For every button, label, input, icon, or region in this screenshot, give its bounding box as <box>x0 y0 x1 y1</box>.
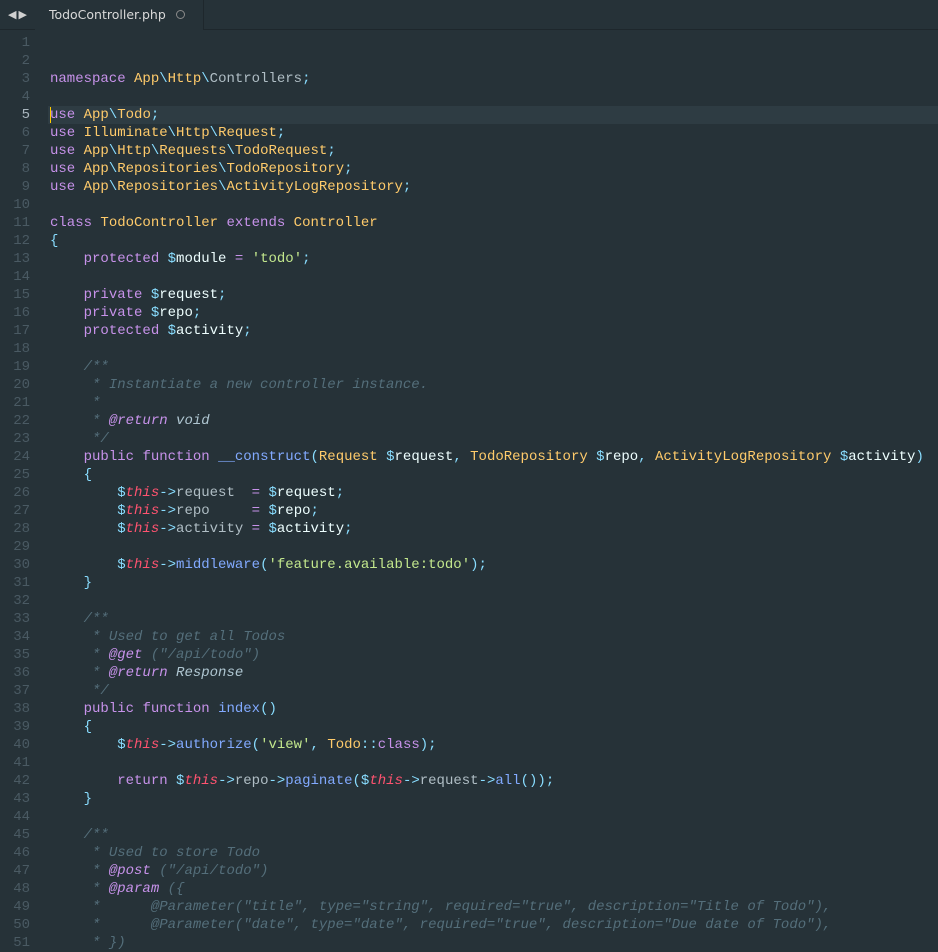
code-line[interactable]: $this->repo = $repo; <box>48 502 938 520</box>
code-line[interactable]: * @return Response <box>48 664 938 682</box>
code-line[interactable] <box>48 88 938 106</box>
code-line[interactable] <box>48 538 938 556</box>
code-line[interactable] <box>48 808 938 826</box>
code-line[interactable]: public function index() <box>48 700 938 718</box>
code-line[interactable]: * @return void <box>48 412 938 430</box>
code-line[interactable]: use App\Todo; <box>48 106 938 124</box>
code-line[interactable]: { <box>48 232 938 250</box>
code-line[interactable]: * Used to store Todo <box>48 844 938 862</box>
tab-file[interactable]: TodoController.php <box>35 0 204 30</box>
code-line[interactable]: protected $module = 'todo'; <box>48 250 938 268</box>
tab-bar: ◀ ▶ TodoController.php <box>0 0 938 30</box>
code-line[interactable]: use App\Repositories\ActivityLogReposito… <box>48 178 938 196</box>
code-line[interactable]: * @Parameter("date", type="date", requir… <box>48 916 938 934</box>
code-line[interactable]: $this->activity = $activity; <box>48 520 938 538</box>
code-line[interactable] <box>48 592 938 610</box>
code-line[interactable]: return $this->repo->paginate($this->requ… <box>48 772 938 790</box>
code-line[interactable]: public function __construct(Request $req… <box>48 448 938 466</box>
code-line[interactable]: /** <box>48 610 938 628</box>
tab-dirty-icon <box>176 10 185 19</box>
code-line[interactable]: use Illuminate\Http\Request; <box>48 124 938 142</box>
nav-forward-icon[interactable]: ▶ <box>18 8 26 22</box>
code-line[interactable]: { <box>48 466 938 484</box>
code-line[interactable]: private $repo; <box>48 304 938 322</box>
code-line[interactable]: * }) <box>48 934 938 952</box>
code-line[interactable] <box>48 34 938 52</box>
code-line[interactable]: namespace App\Http\Controllers; <box>48 70 938 88</box>
code-line[interactable]: /** <box>48 826 938 844</box>
code-line[interactable]: */ <box>48 430 938 448</box>
code-line[interactable] <box>48 268 938 286</box>
code-line[interactable]: use App\Repositories\TodoRepository; <box>48 160 938 178</box>
editor[interactable]: 1234567891011121314151617181920212223242… <box>0 30 938 949</box>
code-line[interactable]: use App\Http\Requests\TodoRequest; <box>48 142 938 160</box>
tab-filename: TodoController.php <box>49 7 166 22</box>
code-line[interactable]: * @Parameter("title", type="string", req… <box>48 898 938 916</box>
code-line[interactable]: /** <box>48 358 938 376</box>
code-line[interactable]: class TodoController extends Controller <box>48 214 938 232</box>
code-line[interactable]: $this->authorize('view', Todo::class); <box>48 736 938 754</box>
code-line[interactable] <box>48 340 938 358</box>
code-line[interactable]: } <box>48 574 938 592</box>
code-line[interactable]: { <box>48 718 938 736</box>
nav-back-icon[interactable]: ◀ <box>8 8 16 22</box>
line-gutter: 1234567891011121314151617181920212223242… <box>0 30 48 949</box>
code-line[interactable] <box>48 754 938 772</box>
code-line[interactable] <box>48 196 938 214</box>
code-line[interactable]: */ <box>48 682 938 700</box>
code-line[interactable]: } <box>48 790 938 808</box>
code-line[interactable]: * Instantiate a new controller instance. <box>48 376 938 394</box>
code-line[interactable]: * @param ({ <box>48 880 938 898</box>
code-line[interactable]: private $request; <box>48 286 938 304</box>
code-line[interactable]: $this->request = $request; <box>48 484 938 502</box>
code-line[interactable]: * <box>48 394 938 412</box>
code-line[interactable]: * @post ("/api/todo") <box>48 862 938 880</box>
code-line[interactable]: * Used to get all Todos <box>48 628 938 646</box>
code-line[interactable]: protected $activity; <box>48 322 938 340</box>
code-line[interactable] <box>48 52 938 70</box>
code-line[interactable]: $this->middleware('feature.available:tod… <box>48 556 938 574</box>
nav-arrows: ◀ ▶ <box>0 8 35 22</box>
code-area[interactable]: namespace App\Http\Controllers; use App\T… <box>48 30 938 949</box>
code-line[interactable]: * @get ("/api/todo") <box>48 646 938 664</box>
